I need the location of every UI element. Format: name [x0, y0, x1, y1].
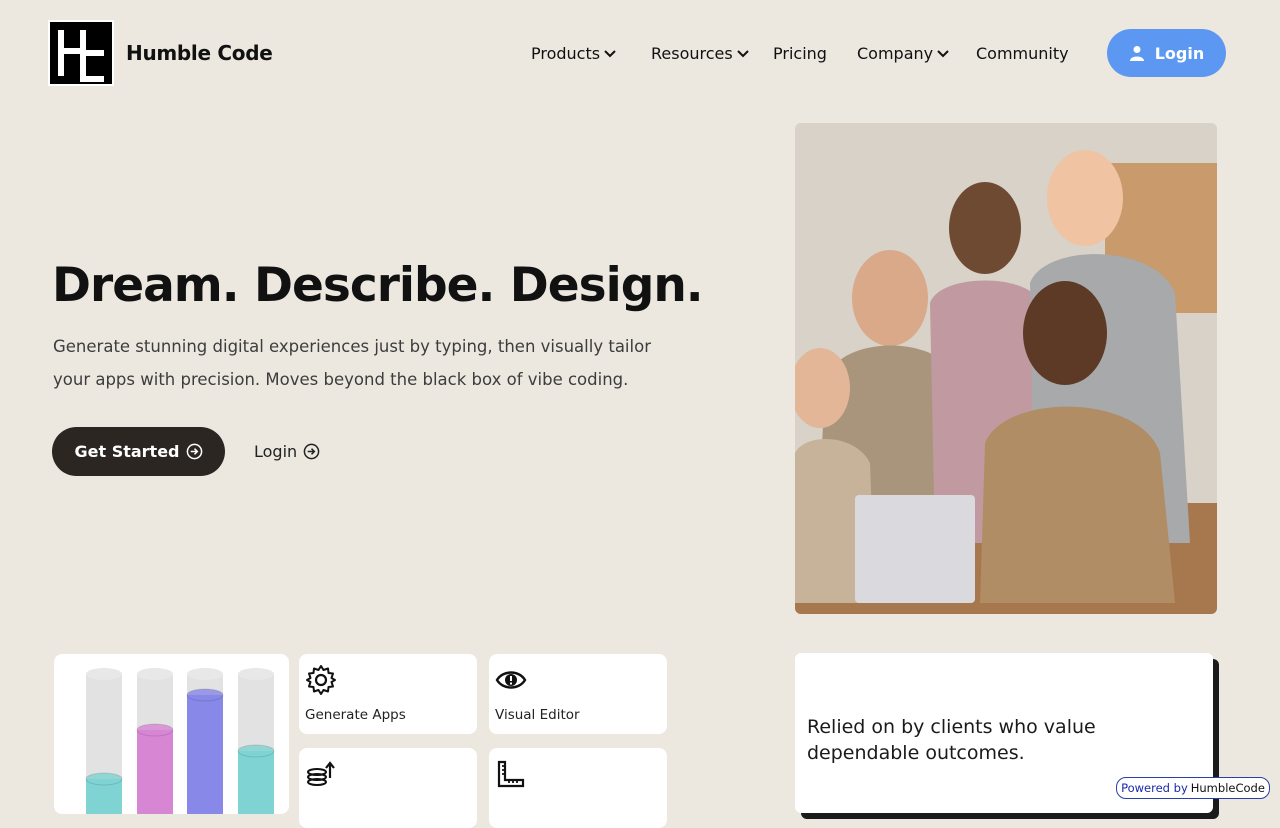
chevron-down-icon — [604, 50, 616, 58]
hc-logo-icon — [50, 22, 112, 84]
trust-text: Relied on by clients who value dependabl… — [807, 716, 1096, 764]
feature-visual-editor[interactable]: Visual Editor — [489, 654, 667, 734]
nav-products[interactable]: Products — [531, 42, 617, 64]
bar-fill — [187, 695, 223, 814]
logo[interactable] — [50, 22, 112, 84]
login-label: Login — [1154, 43, 1205, 63]
eye-icon — [495, 671, 527, 689]
bar-fill-cap — [136, 723, 174, 737]
get-started-label: Get Started — [74, 442, 180, 461]
header-login-button[interactable]: Login — [1107, 29, 1226, 77]
feature-label: Visual Editor — [495, 707, 580, 723]
chevron-down-icon — [737, 50, 749, 58]
hero-photo — [795, 123, 1217, 614]
gear-icon — [306, 665, 336, 695]
nav-community[interactable]: Community — [976, 42, 1069, 64]
feature-label: Generate Apps — [305, 707, 406, 723]
arrow-circle-right-icon — [186, 443, 202, 460]
brand-name[interactable]: Humble Code — [126, 41, 273, 65]
powered-by-brand: HumbleCode — [1190, 781, 1265, 795]
bar-fill-cap — [237, 744, 275, 758]
bar-track-cap — [86, 668, 122, 680]
coins-upload-icon — [307, 761, 335, 786]
nav-resources[interactable]: Resources — [651, 42, 750, 64]
bar-fill — [137, 730, 173, 814]
bar-fill — [238, 751, 274, 814]
hero-login-link[interactable]: Login — [254, 439, 320, 463]
hero-login-label: Login — [254, 441, 298, 461]
arrow-circle-right-icon — [303, 443, 320, 459]
bar-fill-cap — [186, 688, 224, 702]
nav-company[interactable]: Company — [857, 42, 950, 64]
feature-card-4[interactable] — [489, 748, 667, 828]
chevron-down-icon — [937, 50, 949, 58]
powered-by-label: Powered by — [1121, 781, 1188, 795]
get-started-button[interactable]: Get Started — [52, 427, 225, 476]
bar-track-cap — [137, 668, 173, 680]
nav-label: Company — [857, 43, 934, 63]
bar-track-cap — [187, 668, 223, 680]
bar-fill-cap — [85, 772, 123, 786]
ruler-icon — [497, 760, 525, 788]
feature-card-3[interactable] — [299, 748, 477, 828]
bar-chart-illustration — [85, 668, 275, 814]
hero-title: Dream. Describe. Design. — [52, 258, 704, 313]
nav-label: Products — [531, 43, 601, 63]
nav-label: Pricing — [773, 43, 827, 63]
hero-subtitle: Generate stunning digital experiences ju… — [53, 337, 651, 389]
nav-label: Resources — [651, 43, 733, 63]
bar-track-cap — [238, 668, 274, 680]
chart-preview-card — [54, 654, 289, 814]
powered-by-badge[interactable]: Powered by HumbleCode — [1116, 777, 1270, 799]
nav-label: Community — [976, 43, 1069, 63]
feature-generate-apps[interactable]: Generate Apps — [299, 654, 477, 734]
nav-pricing[interactable]: Pricing — [773, 42, 827, 64]
user-icon — [1129, 46, 1144, 61]
